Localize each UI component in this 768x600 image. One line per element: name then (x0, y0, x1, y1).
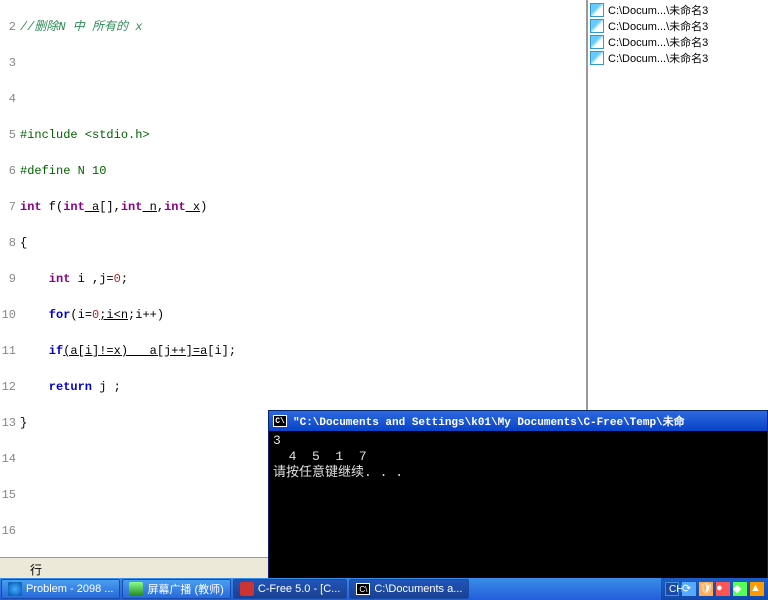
taskbar[interactable]: Problem - 2098 ... 屏幕广播 (教师) C-Free 5.0 … (0, 578, 768, 600)
taskbar-label: Problem - 2098 ... (26, 583, 113, 595)
tray-icon[interactable]: 🛡 (699, 582, 713, 596)
language-indicator[interactable]: CH (665, 582, 679, 596)
tray-icon[interactable]: ◆ (733, 582, 747, 596)
console-title-text: "C:\Documents and Settings\k01\My Docume… (293, 413, 685, 429)
line-number: 2 (0, 18, 18, 36)
file-label: C:\Docum...\未命名3 (608, 34, 708, 50)
file-icon (590, 51, 604, 65)
file-icon (590, 35, 604, 49)
taskbar-label: C-Free 5.0 - [C... (258, 583, 341, 595)
cfree-icon (240, 582, 254, 596)
cmd-icon: C\ (356, 583, 370, 595)
line-number: 11 (0, 342, 18, 360)
screen-icon (129, 582, 143, 596)
ie-icon (8, 582, 22, 596)
file-item[interactable]: C:\Docum...\未命名3 (590, 2, 766, 18)
file-label: C:\Docum...\未命名3 (608, 50, 708, 66)
console-titlebar[interactable]: C\ "C:\Documents and Settings\k01\My Doc… (269, 411, 767, 431)
line-number: 7 (0, 198, 18, 216)
file-item[interactable]: C:\Docum...\未命名3 (590, 18, 766, 34)
line-number: 13 (0, 414, 18, 432)
comment: //删除N 中 所有的 x (20, 20, 142, 34)
line-number: 5 (0, 126, 18, 144)
line-number: 12 (0, 378, 18, 396)
tray-icon[interactable]: ⟳ (682, 582, 696, 596)
system-tray[interactable]: CH ⟳ 🛡 ● ◆ ▲ (661, 578, 768, 600)
taskbar-label: 屏幕广播 (教师) (147, 581, 223, 597)
line-number: 9 (0, 270, 18, 288)
file-label: C:\Docum...\未命名3 (608, 18, 708, 34)
line-number: 14 (0, 450, 18, 468)
line-number: 8 (0, 234, 18, 252)
console-window[interactable]: C\ "C:\Documents and Settings\k01\My Doc… (268, 410, 768, 578)
tray-icon[interactable]: ▲ (750, 582, 764, 596)
line-number: 15 (0, 486, 18, 504)
cmd-icon: C\ (273, 415, 287, 427)
taskbar-label: C:\Documents a... (374, 583, 462, 595)
line-number: 6 (0, 162, 18, 180)
line-number: 10 (0, 306, 18, 324)
file-item[interactable]: C:\Docum...\未命名3 (590, 34, 766, 50)
line-number: 3 (0, 54, 18, 72)
taskbar-item-cmd[interactable]: C\ C:\Documents a... (349, 579, 469, 599)
status-text: 行 (30, 563, 42, 577)
file-label: C:\Docum...\未命名3 (608, 2, 708, 18)
file-item[interactable]: C:\Docum...\未命名3 (590, 50, 766, 66)
line-number: 4 (0, 90, 18, 108)
status-bar: 行 (0, 557, 270, 579)
taskbar-item-screenshare[interactable]: 屏幕广播 (教师) (122, 579, 230, 599)
file-icon (590, 3, 604, 17)
console-output[interactable]: 3 4 5 1 7 请按任意键继续. . . (269, 431, 767, 579)
file-icon (590, 19, 604, 33)
taskbar-item-browser[interactable]: Problem - 2098 ... (1, 579, 120, 599)
line-number: 16 (0, 522, 18, 540)
taskbar-item-cfree[interactable]: C-Free 5.0 - [C... (233, 579, 348, 599)
tray-icon[interactable]: ● (716, 582, 730, 596)
